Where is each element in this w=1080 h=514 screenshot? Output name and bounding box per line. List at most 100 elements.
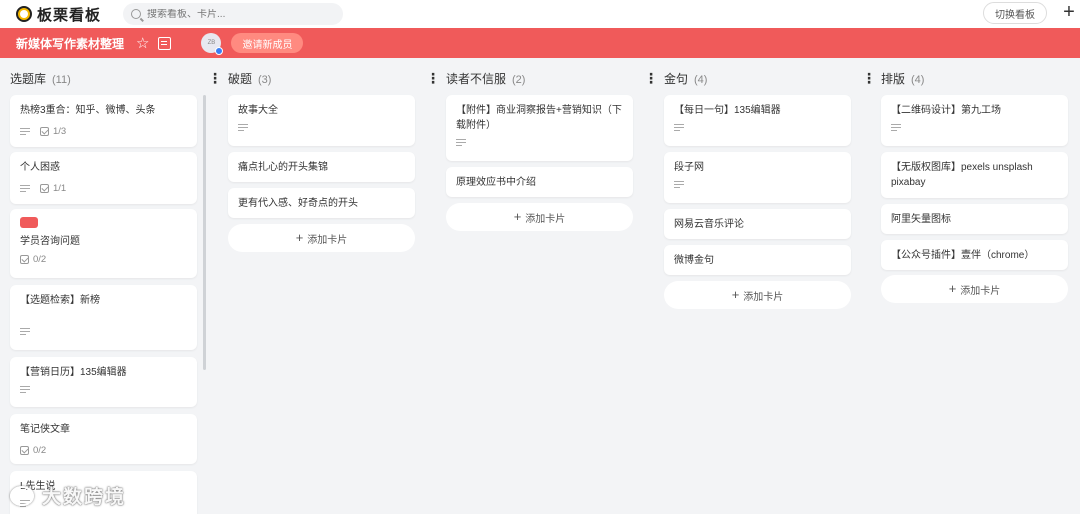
board-title[interactable]: 新媒体写作素材整理 (16, 35, 124, 52)
list-item[interactable]: 段子网 (664, 152, 851, 203)
search-input[interactable] (147, 8, 328, 20)
card-title: 微博金句 (674, 255, 714, 266)
description-icon (20, 127, 30, 136)
column-header: 排版(4) ⋮ (881, 58, 1080, 98)
list-item[interactable]: 痛点扎心的开头集锦 (228, 152, 415, 182)
checklist-icon (20, 446, 29, 455)
app-name: 板栗看板 (37, 6, 102, 24)
user-badge-icon (215, 47, 224, 55)
column-header: 金句 (4) ⋮ (664, 58, 876, 98)
card-meta: 0/2 (20, 443, 187, 458)
card-title: 个人困惑 (20, 162, 60, 173)
card-meta (456, 139, 623, 147)
list-item[interactable]: 网易云音乐评论 (664, 209, 851, 239)
add-card-label: 添加卡片 (960, 285, 1001, 297)
board-header: 新媒体写作素材整理 ☆ ZB 邀请新成员 (0, 28, 1080, 58)
checklist-count: 0/2 (33, 445, 47, 456)
plus-icon: + (295, 230, 304, 245)
card-meta (674, 181, 841, 189)
column-count: (11) (52, 73, 71, 86)
add-card-button[interactable]: + 添加卡片 (881, 275, 1068, 303)
more-vertical-icon[interactable]: ⋮ (208, 71, 222, 85)
list-item[interactable]: 【二维码设计】第九工场 (881, 95, 1068, 146)
add-card-button[interactable]: + 添加卡片 (664, 281, 851, 309)
board-description-icon[interactable] (158, 36, 172, 50)
description-icon (674, 181, 684, 189)
list-item[interactable]: 【营销日历】135编辑器 (10, 357, 197, 407)
column-title: 金句 (664, 71, 689, 86)
card-title: 【营销日历】135编辑器 (20, 367, 127, 378)
list-item[interactable]: 笔记侠文章 0/2 (10, 414, 197, 464)
list-item[interactable]: 学员咨询问题 0/2 (10, 209, 197, 278)
checklist-count: 1/3 (53, 126, 67, 137)
switch-board-button[interactable]: 切换看板 (983, 2, 1047, 24)
list-item[interactable]: 个人困惑 1/1 (10, 152, 197, 204)
checklist-icon (40, 184, 49, 193)
list-item[interactable]: 原理效应书中介绍 (446, 167, 633, 197)
list-item[interactable]: 【附件】商业洞察报告+营销知识（下载附件） (446, 95, 633, 161)
checklist-count: 0/2 (33, 254, 47, 265)
column-count: (4) (911, 73, 925, 86)
card-title: 原理效应书中介绍 (456, 177, 536, 188)
card-title: 【无版权图库】pexels unsplash pixabay (891, 162, 1033, 188)
add-icon[interactable]: + (1060, 2, 1078, 22)
list-item[interactable]: 微博金句 (664, 245, 851, 275)
more-vertical-icon[interactable]: ⋮ (426, 71, 440, 85)
search-icon (131, 9, 142, 19)
card-title: 学员咨询问题 (20, 236, 80, 247)
list-item[interactable]: 热榜3重合：知乎、微博、头条 1/3 (10, 95, 197, 147)
watermark-logo-icon (10, 485, 34, 506)
search-box[interactable] (123, 3, 344, 25)
card-meta: 0/2 (20, 252, 187, 267)
column-title-wrap: 破题 (3) (228, 70, 271, 87)
column-title: 破题 (228, 71, 253, 86)
description-icon (20, 386, 30, 394)
card-title: 笔记侠文章 (20, 424, 70, 435)
card-title: 痛点扎心的开头集锦 (238, 162, 328, 173)
add-card-label: 添加卡片 (743, 291, 784, 303)
list-item[interactable]: 【公众号插件】壹伴（chrome） (881, 240, 1068, 270)
description-icon (238, 124, 248, 132)
card-meta (891, 124, 1058, 132)
app-logo[interactable]: 板栗看板 (16, 4, 101, 25)
column-count: (2) (512, 73, 526, 86)
list-item[interactable]: 【选题检索】新榜 (10, 285, 197, 350)
column-scrollbar[interactable] (203, 95, 206, 370)
list-item[interactable]: 【每日一句】135编辑器 (664, 95, 851, 146)
card-title: 【二维码设计】第九工场 (891, 105, 1001, 116)
card-title: 【公众号插件】壹伴（chrome） (891, 250, 1035, 261)
card-title: 故事大全 (238, 105, 278, 116)
column-title-wrap: 读者不信服 (2) (446, 70, 525, 87)
plus-icon: + (948, 281, 957, 296)
plus-icon: + (731, 287, 740, 302)
card-title: 网易云音乐评论 (674, 219, 744, 230)
list-item[interactable]: 【无版权图库】pexels unsplash pixabay (881, 152, 1068, 198)
card-meta (674, 124, 841, 132)
column-title-wrap: 金句 (4) (664, 70, 707, 87)
description-icon (891, 124, 901, 132)
add-card-label: 添加卡片 (307, 234, 348, 246)
invite-member-button[interactable]: 邀请新成员 (231, 33, 304, 53)
card-title: 更有代入感、好奇点的开头 (238, 198, 358, 209)
avatar[interactable]: ZB (201, 33, 224, 55)
star-icon[interactable]: ☆ (136, 36, 149, 51)
description-icon (674, 124, 684, 132)
column-count: (3) (258, 73, 272, 86)
more-vertical-icon[interactable]: ⋮ (862, 71, 876, 85)
add-card-button[interactable]: + 添加卡片 (228, 224, 415, 252)
card-meta: 1/1 (20, 181, 187, 196)
list-item[interactable]: 阿里矢量图标 (881, 204, 1068, 234)
add-card-button[interactable]: + 添加卡片 (446, 203, 633, 231)
card-title: 【选题检索】新榜 (20, 295, 100, 306)
watermark: 大数跨境 (10, 482, 126, 509)
description-icon (20, 328, 30, 336)
column-header: 破题 (3) ⋮ (228, 58, 440, 98)
more-vertical-icon[interactable]: ⋮ (644, 71, 658, 85)
list-item[interactable]: 更有代入感、好奇点的开头 (228, 188, 415, 218)
card-title: 热榜3重合：知乎、微博、头条 (20, 105, 156, 116)
watermark-text: 大数跨境 (42, 487, 127, 508)
list-item[interactable]: 故事大全 (228, 95, 415, 146)
card-title: 【每日一句】135编辑器 (674, 105, 781, 116)
column-header: 读者不信服 (2) ⋮ (446, 58, 658, 98)
card-meta (20, 386, 187, 394)
